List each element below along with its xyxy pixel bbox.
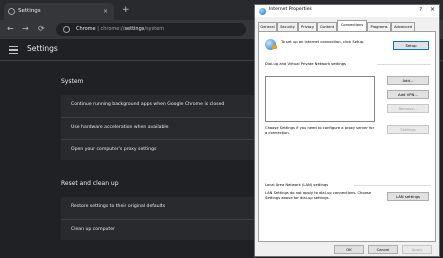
setting-row-clean-up-computer[interactable]: Clean up computer (61, 219, 266, 239)
proxy-description: Choose Settings if you need to configure… (265, 126, 375, 135)
internet-options-icon (259, 8, 266, 15)
ok-button[interactable]: OK (334, 245, 364, 254)
setting-row-hardware-acceleration[interactable]: Use hardware acceleration when available (61, 117, 266, 137)
url-path: /system (144, 26, 165, 32)
help-icon[interactable]: ? (419, 7, 422, 13)
site-info-icon[interactable] (63, 26, 70, 33)
tab-settings[interactable]: Settings × (4, 3, 114, 20)
internet-properties-dialog: Internet Properties ? × General Security… (254, 4, 440, 257)
group-divider (377, 64, 431, 65)
setting-row-background-apps[interactable]: Continue running background apps when Go… (61, 95, 266, 115)
connections-panel: To set up an Internet connection, click … (258, 31, 436, 242)
system-card: Continue running background apps when Go… (61, 95, 266, 160)
add-vpn-button[interactable]: Add VPN... (387, 90, 429, 99)
tab-content[interactable]: Content (317, 22, 337, 31)
settings-button[interactable]: Settings (387, 125, 429, 134)
add-button[interactable]: Add... (387, 76, 429, 85)
tab-title: Settings (18, 8, 41, 14)
back-arrow-icon[interactable]: ← (7, 23, 14, 35)
dialog-title-bar: Internet Properties ? × (255, 5, 439, 17)
page-title: Settings (27, 44, 58, 53)
connections-list[interactable] (265, 76, 375, 122)
lan-settings-button[interactable]: LAN settings (387, 192, 429, 201)
site-name: Chrome (76, 26, 96, 32)
reload-icon[interactable]: ⟳ (38, 23, 45, 35)
setup-description: To set up an Internet connection, click … (281, 40, 365, 44)
section-heading-system: System (61, 78, 84, 85)
tab-general[interactable]: General (258, 22, 277, 31)
tab-connections[interactable]: Connections (337, 20, 367, 31)
apply-button[interactable]: Apply (402, 245, 432, 254)
dialog-tabs: General Security Privacy Content Connect… (258, 20, 438, 31)
main-menu-icon[interactable] (9, 46, 18, 54)
dialog-title: Internet Properties (269, 7, 312, 12)
group-divider (354, 185, 431, 186)
close-tab-icon[interactable]: × (103, 3, 108, 20)
url-host: settings (124, 26, 145, 32)
setting-row-proxy-settings[interactable]: Open your computer's proxy settings (61, 139, 266, 159)
tab-security[interactable]: Security (277, 22, 298, 31)
setting-row-restore-defaults[interactable]: Restore settings to their original defau… (61, 197, 266, 217)
cancel-button[interactable]: Cancel (368, 245, 398, 254)
address-bar[interactable]: Chrome | chrome://settings/system (56, 23, 246, 36)
dialog-footer: OK Cancel Apply (255, 244, 439, 257)
tab-programs[interactable]: Programs (367, 22, 391, 31)
setup-button[interactable]: Setup (393, 41, 429, 50)
tab-privacy[interactable]: Privacy (298, 22, 317, 31)
forward-arrow-icon[interactable]: → (22, 23, 29, 35)
reset-card: Restore settings to their original defau… (61, 197, 266, 240)
url-scheme: chrome:// (100, 26, 125, 32)
tab-advanced[interactable]: Advanced (391, 22, 415, 31)
new-tab-button[interactable]: + (122, 4, 130, 16)
lan-description: LAN Settings do not apply to dial-up con… (265, 191, 372, 200)
close-icon[interactable]: × (430, 6, 435, 13)
remove-button[interactable]: Remove... (387, 104, 429, 113)
section-heading-reset: Reset and clean up (61, 180, 119, 187)
settings-gear-icon (8, 8, 15, 15)
internet-connection-icon (265, 39, 277, 50)
